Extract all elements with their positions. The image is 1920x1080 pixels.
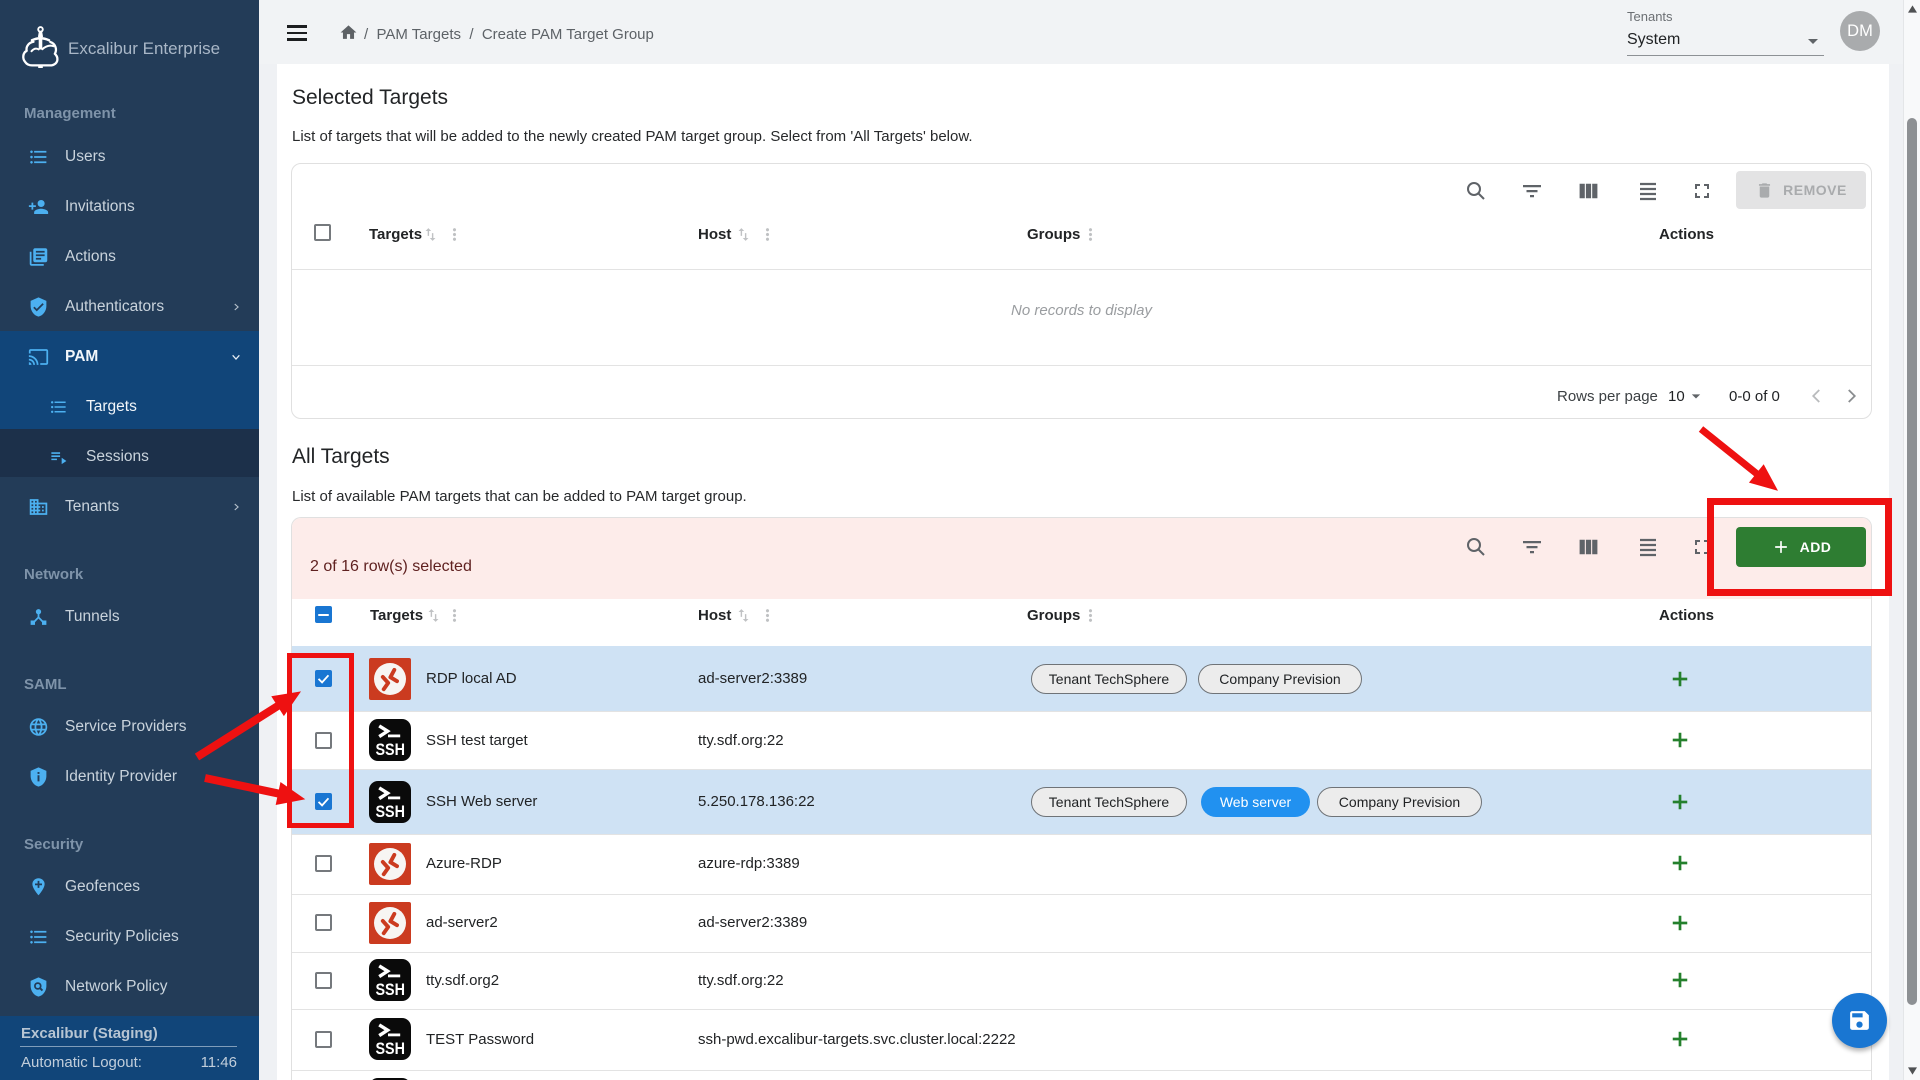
svg-text:SSH: SSH: [375, 1040, 405, 1058]
svg-text:SSH: SSH: [375, 981, 405, 999]
svg-text:SSH: SSH: [375, 741, 405, 759]
svg-text:SSH: SSH: [375, 803, 405, 821]
